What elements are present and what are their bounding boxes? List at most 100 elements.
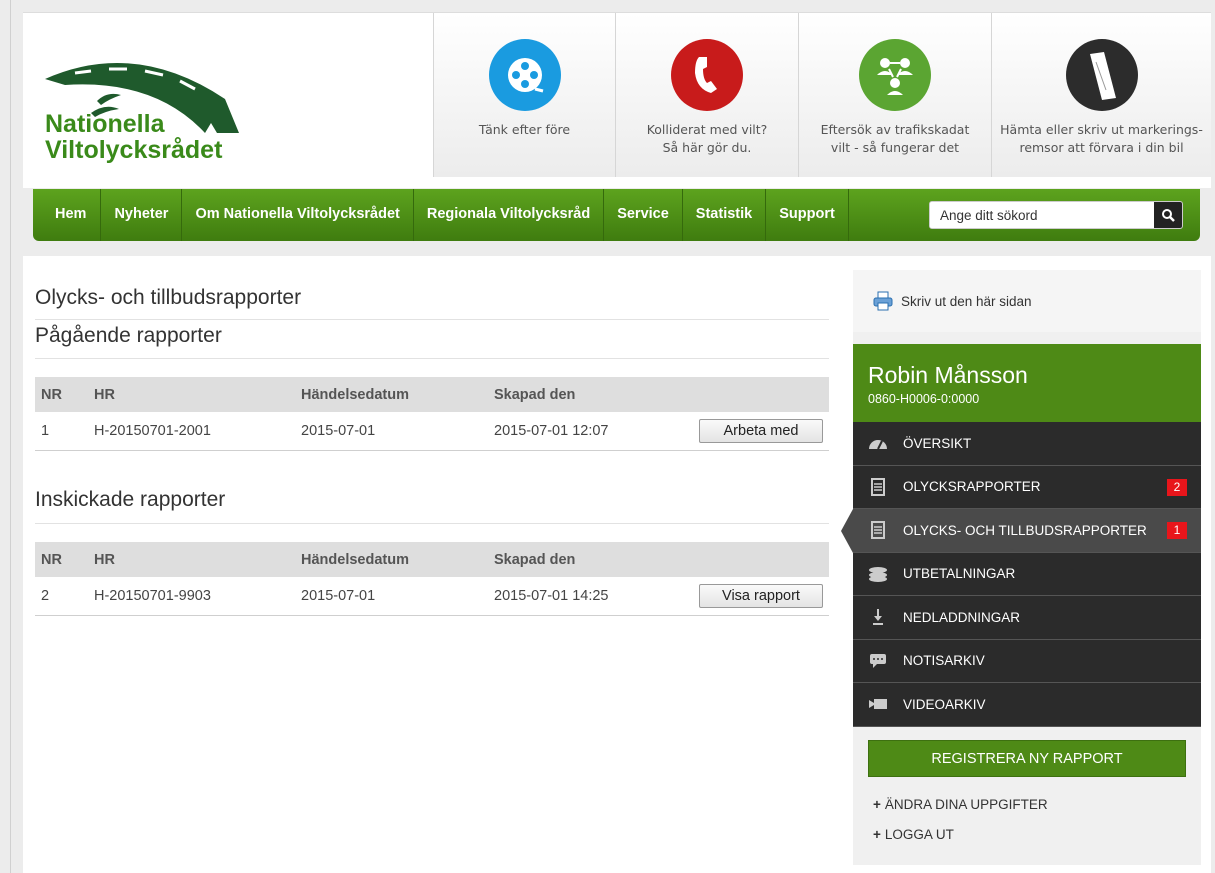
speedometer-icon — [868, 433, 888, 453]
promo-2-line-2: Så här gör du. — [662, 140, 752, 155]
people-network-icon — [859, 39, 931, 111]
coins-icon — [868, 564, 888, 584]
cell-nr: 1 — [35, 412, 88, 451]
sidebar-item-videoarkiv[interactable]: VIDEOARKIV — [853, 683, 1201, 727]
site-logo[interactable]: Nationella Viltolycksrådet — [35, 49, 255, 169]
divider — [35, 358, 829, 359]
nav-item-support[interactable]: Support — [766, 189, 849, 241]
edit-details-link[interactable]: + ÄNDRA DINA UPPGIFTER — [873, 797, 1048, 812]
document-icon — [868, 520, 888, 540]
work-on-button[interactable]: Arbeta med — [699, 418, 823, 443]
search-input[interactable] — [930, 202, 1158, 228]
promo-search-wildlife[interactable]: Eftersök av trafikskadat vilt - så funger… — [798, 13, 991, 177]
col-header-created: Skapad den — [488, 377, 678, 412]
page-title: Olycks- och tillbudsrapporter — [35, 286, 302, 309]
search-icon — [1162, 209, 1175, 222]
edit-details-label: ÄNDRA DINA UPPGIFTER — [884, 797, 1048, 812]
nav-item-service[interactable]: Service — [604, 189, 683, 241]
film-reel-icon — [488, 39, 561, 111]
col-header-nr: NR — [35, 377, 88, 412]
count-badge: 1 — [1167, 522, 1187, 539]
promo-think-ahead[interactable]: Tänk efter före — [433, 13, 615, 177]
promo-collision[interactable]: Kolliderat med vilt? Så här gör du. — [615, 13, 798, 177]
phone-icon — [671, 39, 743, 111]
sidebar-item-label: NOTISARKIV — [903, 653, 985, 669]
search-box — [929, 201, 1183, 229]
cell-hr: H-20150701-2001 — [88, 412, 295, 451]
nav-item-regionala[interactable]: Regionala Viltolycksråd — [414, 189, 605, 241]
sidebar-item-label: ÖVERSIKT — [903, 435, 972, 451]
print-label: Skriv ut den här sidan — [901, 293, 1032, 309]
sidebar-item-label: NEDLADDNINGAR — [903, 609, 1021, 625]
nav-item-hem[interactable]: Hem — [33, 189, 102, 241]
page: Nationella Viltolycksrådet Tänk efter fö… — [10, 0, 1213, 873]
download-icon — [868, 607, 888, 627]
sidebar-item-utbetalningar[interactable]: UTBETALNINGAR — [853, 552, 1201, 596]
divider — [35, 319, 829, 320]
promo-3-line-2: vilt - så fungerar det — [830, 140, 960, 155]
user-name: Robin Månsson — [868, 362, 1028, 388]
promo-4-line-1: Hämta eller skriv ut markerings- — [1000, 122, 1203, 137]
cell-nr: 2 — [35, 577, 88, 616]
sidebar-item-olycksrapporter[interactable]: OLYCKSRAPPORTER 2 — [853, 465, 1201, 509]
promo-3-line-1: Eftersök av trafikskadat — [820, 122, 970, 137]
brand-line-2: Viltolycksrådet — [45, 136, 223, 164]
sidebar-item-notisarkiv[interactable]: NOTISARKIV — [853, 639, 1201, 683]
speech-bubble-icon — [868, 651, 888, 671]
sidebar-item-label: OLYCKS- OCH TILLBUDSRAPPORTER — [903, 522, 1147, 538]
nav-item-nyheter[interactable]: Nyheter — [101, 189, 183, 241]
ongoing-table: NR HR Händelsedatum Skapad den 1 H-20150… — [35, 377, 829, 451]
sidebar-item-label: UTBETALNINGAR — [903, 566, 1016, 582]
user-panel: Robin Månsson 0860-H0006-0:0000 — [853, 344, 1201, 422]
document-icon — [868, 477, 888, 497]
print-page-link[interactable]: Skriv ut den här sidan — [853, 270, 1201, 332]
logout-label: LOGGA UT — [884, 827, 954, 842]
promo-2-line-1: Kolliderat med vilt? — [646, 122, 768, 137]
col-header-action — [678, 377, 829, 412]
main-content: Olycks- och tillbudsrapporter Pågående r… — [23, 256, 1211, 873]
marking-strip-icon — [1065, 39, 1138, 111]
brand-line-1: Nationella — [45, 110, 165, 138]
cell-date: 2015-07-01 — [295, 412, 488, 451]
col-header-hr: HR — [88, 377, 295, 412]
sidebar-item-oversikt[interactable]: ÖVERSIKT — [853, 422, 1201, 466]
main-nav: Hem Nyheter Om Nationella Viltolycksråde… — [33, 189, 1200, 241]
nav-item-om[interactable]: Om Nationella Viltolycksrådet — [182, 189, 414, 241]
submitted-table: NR HR Händelsedatum Skapad den 2 H-20150… — [35, 542, 829, 616]
promo-marking-strips[interactable]: Hämta eller skriv ut markerings-remsor a… — [991, 13, 1211, 177]
divider — [35, 523, 829, 524]
logout-link[interactable]: + LOGGA UT — [873, 827, 954, 842]
count-badge: 2 — [1167, 478, 1187, 496]
promo-1-line-1: Tänk efter före — [478, 122, 571, 137]
ongoing-heading: Pågående rapporter — [35, 324, 222, 347]
sidebar: Skriv ut den här sidan Robin Månsson 086… — [841, 270, 1201, 865]
printer-icon — [873, 291, 893, 311]
table-row: 2 H-20150701-9903 2015-07-01 2015-07-01 … — [35, 577, 829, 616]
search-button[interactable] — [1154, 202, 1182, 228]
cell-date: 2015-07-01 — [295, 577, 488, 616]
sidebar-item-label: OLYCKSRAPPORTER — [903, 479, 1041, 495]
sidebar-item-olycks-tillbud[interactable]: OLYCKS- OCH TILLBUDSRAPPORTER 1 — [841, 509, 1201, 553]
sidebar-item-label: VIDEOARKIV — [903, 696, 986, 712]
sidebar-item-nedladdningar[interactable]: NEDLADDNINGAR — [853, 596, 1201, 640]
table-row: 1 H-20150701-2001 2015-07-01 2015-07-01 … — [35, 412, 829, 451]
col-header-action — [678, 542, 829, 577]
col-header-date: Händelsedatum — [295, 542, 488, 577]
promo-4-line-2: remsor att förvara i din bil — [1019, 140, 1184, 155]
user-id: 0860-H0006-0:0000 — [868, 392, 980, 406]
nav-item-statistik[interactable]: Statistik — [683, 189, 767, 241]
register-report-button[interactable]: REGISTRERA NY RAPPORT — [868, 740, 1186, 777]
sidebar-menu: ÖVERSIKT OLYCKSRAPPORTER 2 OLYCKS- OCH T… — [841, 422, 1201, 727]
video-camera-icon — [868, 694, 888, 714]
col-header-nr: NR — [35, 542, 88, 577]
active-indicator — [841, 509, 853, 553]
submitted-heading: Inskickade rapporter — [35, 488, 226, 511]
cell-hr: H-20150701-9903 — [88, 577, 295, 616]
cell-created: 2015-07-01 14:25 — [488, 577, 678, 616]
col-header-created: Skapad den — [488, 542, 678, 577]
col-header-hr: HR — [88, 542, 295, 577]
header: Nationella Viltolycksrådet Tänk efter fö… — [23, 12, 1211, 188]
cell-created: 2015-07-01 12:07 — [488, 412, 678, 451]
view-report-button[interactable]: Visa rapport — [699, 583, 823, 608]
col-header-date: Händelsedatum — [295, 377, 488, 412]
